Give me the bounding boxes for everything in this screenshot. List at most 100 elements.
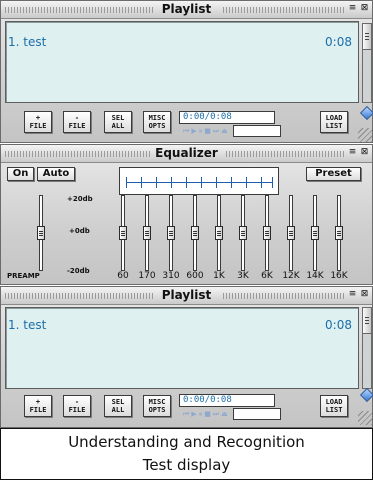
- track-name[interactable]: 1. test: [8, 318, 46, 332]
- remove-file-button[interactable]: - FILE: [63, 395, 91, 417]
- app-stage: Playlist ≡ ⊠ 1. test 0:08 + FILE - FILE …: [0, 0, 373, 480]
- eq-band-slider-knob[interactable]: [239, 226, 247, 240]
- eq-on-button[interactable]: On: [7, 167, 34, 181]
- remove-file-button[interactable]: - FILE: [63, 111, 91, 133]
- track-duration: 0:08: [325, 35, 352, 49]
- playlist-window-bottom: Playlist ≡ ⊠ 1. test 0:08 + FILE - FILE …: [0, 286, 373, 428]
- playlist-track-list[interactable]: 1. test 0:08: [5, 21, 359, 103]
- eq-band-label: 170: [138, 271, 156, 281]
- eq-curve-tick: [216, 177, 217, 188]
- transport-controls: ⏮ ▶ ⏸ ■ ⏭ ⏏: [183, 410, 228, 419]
- add-file-button[interactable]: + FILE: [24, 395, 52, 417]
- eq-band-slider-knob[interactable]: [119, 226, 127, 240]
- stop-icon[interactable]: ■: [204, 127, 211, 136]
- eq-curve-tick: [156, 177, 157, 188]
- eq-band-label: 310: [162, 271, 180, 281]
- eq-band-slider-knob[interactable]: [167, 226, 175, 240]
- eq-band-slider-knob[interactable]: [287, 226, 295, 240]
- previous-icon[interactable]: ⏮: [183, 410, 189, 419]
- window-controls: ≡ ⊠: [347, 147, 370, 160]
- scrollbar-thumb[interactable]: [363, 24, 371, 50]
- close-icon[interactable]: ⊠: [359, 289, 370, 301]
- eq-band-slider-knob[interactable]: [335, 226, 343, 240]
- eq-curve-tick: [141, 177, 142, 188]
- load-list-button[interactable]: LOAD LIST: [320, 395, 348, 417]
- eq-band-slider-knob[interactable]: [263, 226, 271, 240]
- eq-band-label: 1K: [213, 271, 225, 281]
- play-icon[interactable]: ▶: [191, 410, 196, 419]
- eq-band-label: 6K: [261, 271, 273, 281]
- select-all-button[interactable]: SEL ALL: [104, 111, 132, 133]
- window-controls: ≡ ⊠: [347, 289, 370, 302]
- playlist-window-top: Playlist ≡ ⊠ 1. test 0:08 + FILE - FILE …: [0, 0, 373, 143]
- track-duration: 0:08: [325, 318, 352, 332]
- eq-preset-button[interactable]: Preset: [306, 167, 361, 181]
- playlist-scrollbar[interactable]: [362, 23, 372, 103]
- time-display: 0:00/0:08: [179, 394, 275, 407]
- caption-line-2: Test display: [142, 456, 231, 474]
- eq-curve-tick: [272, 177, 273, 188]
- equalizer-window: Equalizer ≡ ⊠ On Auto Preset +20db +0db …: [0, 144, 373, 285]
- caption-box: Understanding and Recognition Test displ…: [0, 428, 373, 480]
- playlist-title: Playlist: [161, 2, 212, 16]
- position-box[interactable]: [233, 408, 281, 420]
- time-display: 0:00/0:08: [179, 111, 275, 124]
- eq-curve-display: [119, 167, 279, 195]
- scroll-arrows-icon[interactable]: [359, 387, 373, 403]
- eq-curve-tick: [126, 177, 127, 188]
- equalizer-titlebar[interactable]: Equalizer ≡ ⊠: [1, 145, 372, 163]
- eq-band-label: 12K: [282, 271, 300, 281]
- track-name[interactable]: 1. test: [8, 35, 46, 49]
- resize-grip[interactable]: [358, 411, 372, 425]
- playlist-track-list[interactable]: 1. test 0:08: [5, 307, 359, 389]
- eq-band-slider-knob[interactable]: [215, 226, 223, 240]
- close-icon[interactable]: ⊠: [359, 147, 370, 159]
- eq-curve-tick: [246, 177, 247, 188]
- eq-band-label: 14K: [306, 271, 324, 281]
- close-icon[interactable]: ⊠: [359, 3, 370, 15]
- misc-opts-button[interactable]: MISC OPTS: [143, 111, 171, 133]
- menu-icon[interactable]: ≡: [347, 147, 358, 159]
- eject-icon[interactable]: ⏏: [221, 410, 228, 419]
- playlist-title: Playlist: [161, 288, 212, 302]
- eject-icon[interactable]: ⏏: [221, 127, 228, 136]
- eq-band-slider-knob[interactable]: [143, 226, 151, 240]
- eq-band-slider-knob[interactable]: [191, 226, 199, 240]
- stop-icon[interactable]: ■: [204, 410, 211, 419]
- menu-icon[interactable]: ≡: [347, 3, 358, 15]
- misc-opts-button[interactable]: MISC OPTS: [143, 395, 171, 417]
- caption-line-1: Understanding and Recognition: [68, 433, 305, 451]
- eq-curve-tick: [186, 177, 187, 188]
- next-icon[interactable]: ⏭: [213, 127, 219, 136]
- preamp-label: PREAMP: [7, 272, 40, 280]
- next-icon[interactable]: ⏭: [213, 410, 219, 419]
- add-file-button[interactable]: + FILE: [24, 111, 52, 133]
- eq-band-slider-knob[interactable]: [311, 226, 319, 240]
- position-box[interactable]: [233, 125, 281, 137]
- resize-grip[interactable]: [358, 128, 372, 142]
- playlist-titlebar[interactable]: Playlist ≡ ⊠: [1, 287, 372, 305]
- scroll-arrows-icon[interactable]: [359, 105, 373, 121]
- window-controls: ≡ ⊠: [347, 3, 370, 16]
- db-label-mid: +0db: [69, 227, 90, 235]
- previous-icon[interactable]: ⏮: [183, 127, 189, 136]
- pause-icon[interactable]: ⏸: [199, 127, 203, 136]
- eq-curve-tick: [261, 177, 262, 188]
- load-list-button[interactable]: LOAD LIST: [320, 111, 348, 133]
- transport-controls: ⏮ ▶ ⏸ ■ ⏭ ⏏: [183, 127, 228, 136]
- eq-curve-tick: [171, 177, 172, 188]
- eq-band-label: 3K: [237, 271, 249, 281]
- preamp-slider-knob[interactable]: [37, 226, 45, 240]
- playlist-titlebar[interactable]: Playlist ≡ ⊠: [1, 1, 372, 19]
- pause-icon[interactable]: ⏸: [199, 410, 203, 419]
- menu-icon[interactable]: ≡: [347, 289, 358, 301]
- eq-curve-tick: [231, 177, 232, 188]
- eq-band-label: 60: [117, 271, 129, 281]
- select-all-button[interactable]: SEL ALL: [104, 395, 132, 417]
- eq-auto-button[interactable]: Auto: [37, 167, 75, 181]
- eq-curve-tick: [201, 177, 202, 188]
- db-label-top: +20db: [67, 195, 93, 203]
- playlist-scrollbar[interactable]: [362, 307, 372, 389]
- play-icon[interactable]: ▶: [191, 127, 196, 136]
- scrollbar-thumb[interactable]: [363, 308, 371, 334]
